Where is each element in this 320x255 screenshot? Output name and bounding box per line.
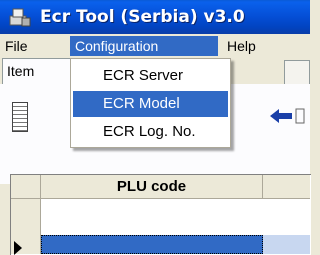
menu-item-ecr-log-no[interactable]: ECR Log. No. bbox=[73, 119, 228, 145]
menu-bar: File Configuration Help bbox=[0, 34, 310, 59]
grid-cell[interactable] bbox=[263, 235, 310, 254]
menu-file[interactable]: File bbox=[0, 36, 34, 56]
current-row-icon bbox=[14, 241, 22, 255]
configuration-menu: ECR Server ECR Model ECR Log. No. bbox=[70, 58, 231, 148]
menu-item-ecr-server[interactable]: ECR Server bbox=[73, 63, 228, 89]
column-header-next[interactable] bbox=[263, 175, 310, 199]
document-icon[interactable] bbox=[12, 102, 28, 132]
grid-corner bbox=[11, 175, 41, 199]
app-icon bbox=[9, 8, 31, 27]
title-bar: Ecr Tool (Serbia) v3.0 bbox=[0, 0, 310, 34]
tab-items[interactable]: Item bbox=[2, 58, 74, 84]
window-title: Ecr Tool (Serbia) v3.0 bbox=[40, 7, 245, 27]
menu-item-ecr-model[interactable]: ECR Model bbox=[73, 91, 228, 117]
menu-configuration[interactable]: Configuration bbox=[70, 36, 218, 56]
grid-cell-selected[interactable] bbox=[41, 235, 263, 254]
tab-next[interactable] bbox=[284, 60, 310, 84]
column-header-plu-code[interactable]: PLU code bbox=[41, 175, 263, 199]
menu-help[interactable]: Help bbox=[222, 36, 266, 56]
arrow-left-icon[interactable] bbox=[270, 106, 306, 126]
